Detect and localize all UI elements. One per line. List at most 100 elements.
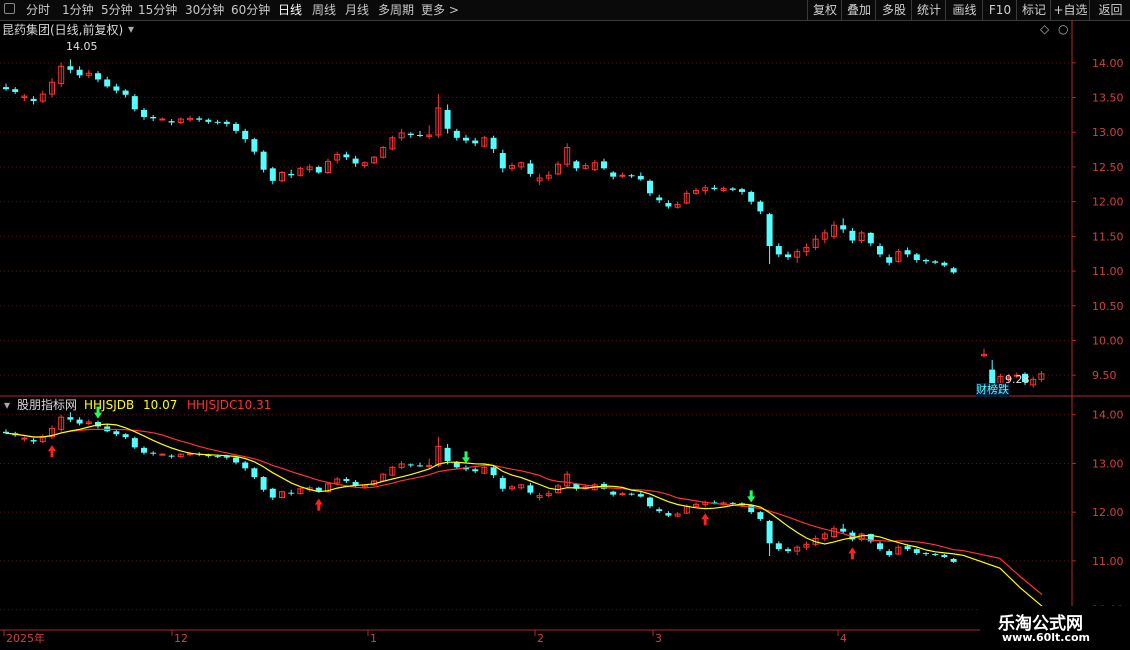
period-tab-7[interactable]: 周线 <box>312 2 336 18</box>
indicator-candle-body <box>30 440 37 442</box>
indicator-candle-body <box>242 462 249 469</box>
indicator-menu-icon[interactable]: ▾ <box>4 398 10 412</box>
main-candle-body <box>67 66 74 70</box>
indicator-candle-body <box>159 453 166 456</box>
main-chart-title: 昆药集团(日线,前复权) <box>2 23 124 37</box>
main-candle-body <box>757 201 764 212</box>
indicator-name: 股朋指标网 <box>17 398 78 412</box>
period-tab-9[interactable]: 多周期 <box>378 2 414 18</box>
period-tab-8[interactable]: 月线 <box>345 2 369 18</box>
main-y-tick-label: 11.50 <box>1092 230 1124 243</box>
settings-circle-icon[interactable]: ○ <box>1058 22 1068 36</box>
main-candle-body <box>242 130 249 140</box>
indicator-line1-name: HHJSJDB <box>84 398 135 412</box>
indicator-candle-body <box>113 431 120 435</box>
indicator-candle-body <box>647 497 653 507</box>
main-candle-body <box>343 154 350 158</box>
main-candle-body <box>223 121 230 124</box>
main-y-tick-label: 11.00 <box>1092 265 1124 278</box>
indicator-candle-body <box>168 455 175 457</box>
period-tab-5[interactable]: 60分钟 <box>231 2 270 18</box>
toolbar-button-7[interactable]: +自选 <box>1050 0 1090 20</box>
period-tab-0[interactable]: 分时 <box>26 2 50 18</box>
time-axis-label: 2025年 <box>6 631 45 645</box>
time-axis-label: 3 <box>655 632 662 645</box>
toolbar-button-5[interactable]: F10 <box>982 0 1017 20</box>
period-tab-1[interactable]: 1分钟 <box>62 2 94 18</box>
high-price-label: 14.05 <box>66 40 98 53</box>
diamond-icon[interactable]: ◇ <box>1040 22 1049 36</box>
main-candle-body <box>214 121 221 123</box>
event-badge[interactable]: 财榜跌 <box>976 383 1009 397</box>
toolbar-button-0[interactable]: 复权 <box>807 0 842 20</box>
time-axis-label: 12 <box>174 632 188 645</box>
period-tab-4[interactable]: 30分钟 <box>185 2 224 18</box>
dropdown-icon[interactable]: ▾ <box>128 22 134 36</box>
main-candle-body <box>205 119 212 122</box>
main-candle-body <box>923 259 929 262</box>
main-candle-body <box>453 130 460 138</box>
indicator-candle-body <box>904 546 911 550</box>
indicator-candle-body <box>527 485 534 493</box>
buy-arrow-icon <box>48 445 56 458</box>
main-candle-body <box>131 96 138 110</box>
main-y-tick-label: 12.00 <box>1092 196 1124 209</box>
main-y-tick-label: 13.00 <box>1092 126 1124 139</box>
time-axis-label: 4 <box>840 632 847 645</box>
buy-arrow-icon <box>701 513 710 526</box>
main-candle-body <box>417 135 423 137</box>
main-candle-body <box>141 110 147 117</box>
watermark-url: www.60lt.com <box>1002 631 1091 644</box>
main-candle-body <box>260 151 267 170</box>
toolbar-button-3[interactable]: 统计 <box>911 0 946 20</box>
window-menu-icon[interactable] <box>4 3 15 14</box>
indicator-candle-body <box>748 505 755 513</box>
toolbar-button-8[interactable]: 返回 <box>1089 0 1130 20</box>
indicator-candle-body <box>757 512 764 519</box>
main-candle-body <box>159 118 166 121</box>
main-candle-body <box>12 89 19 92</box>
indicator-candle-body <box>131 438 138 448</box>
toolbar-button-6[interactable]: 标记 <box>1016 0 1051 20</box>
main-candle-body <box>610 172 617 177</box>
indicator-candle-body <box>923 553 929 555</box>
indicator-candle-body <box>628 493 635 495</box>
indicator-candle-body <box>619 493 626 496</box>
indicator-candle-body <box>950 558 957 562</box>
indicator-candle-body <box>417 465 423 467</box>
indicator-candle-body <box>251 468 258 478</box>
period-tab-10[interactable]: 更多 > <box>421 2 459 18</box>
indicator-candle-body <box>214 456 221 458</box>
indicator-y-tick-label: 14.00 <box>1092 409 1124 422</box>
main-candle-body <box>729 188 736 190</box>
indicator-candle-body <box>343 479 350 481</box>
indicator-candle-body <box>840 528 847 532</box>
buy-arrow-icon <box>848 547 857 560</box>
main-candle-body <box>840 225 847 230</box>
main-candle-body <box>104 79 111 87</box>
main-candle-body <box>628 175 635 177</box>
indicator-candle-body <box>913 549 920 554</box>
main-candle-body <box>739 189 745 192</box>
period-tab-3[interactable]: 15分钟 <box>138 2 177 18</box>
period-tab-2[interactable]: 5分钟 <box>101 2 133 18</box>
main-candle-body <box>601 161 607 169</box>
toolbar-button-1[interactable]: 叠加 <box>841 0 876 20</box>
main-candle-body <box>785 254 791 258</box>
indicator-candle-body <box>665 513 672 516</box>
indicator-candle-body <box>426 464 433 467</box>
indicator-line2-name: HHJSJDC <box>187 398 238 412</box>
period-tab-6[interactable]: 日线 <box>278 2 302 18</box>
main-candle-body <box>775 246 782 255</box>
main-candle-body <box>647 180 653 194</box>
main-candle-body <box>30 98 37 101</box>
main-candle-body <box>637 175 644 180</box>
indicator-candle-body <box>766 520 773 544</box>
toolbar-button-4[interactable]: 画线 <box>945 0 983 20</box>
main-y-tick-label: 10.50 <box>1092 300 1124 313</box>
indicator-candle-body <box>260 477 267 490</box>
indicator-candle-body <box>122 434 129 438</box>
main-candle-body <box>748 191 755 202</box>
toolbar-button-2[interactable]: 多股 <box>875 0 912 20</box>
chart-canvas[interactable]: 14.00 13.50 13.00 12.50 12.00 11.50 11.00 10.50… <box>0 20 1130 650</box>
